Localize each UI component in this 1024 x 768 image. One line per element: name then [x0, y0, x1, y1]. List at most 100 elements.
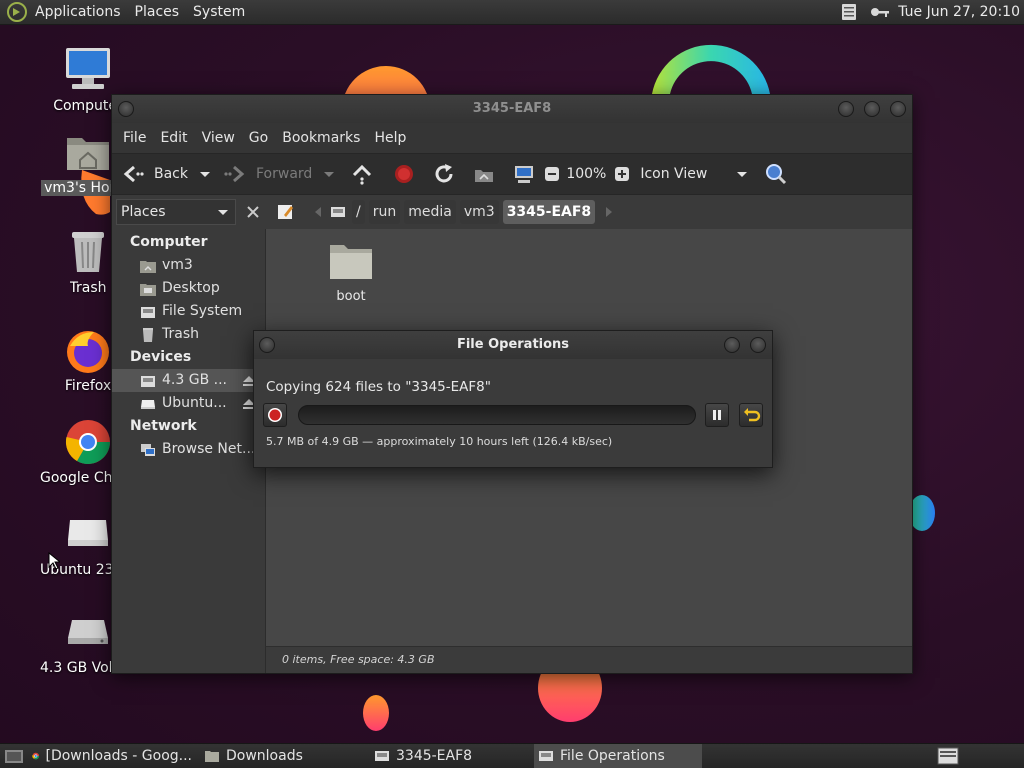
back-button[interactable]: Back: [120, 153, 188, 195]
zoom-level[interactable]: 100%: [566, 166, 606, 182]
sidebar-head-computer: Computer: [130, 234, 208, 250]
optical-drive-icon: [141, 399, 155, 409]
reload-icon[interactable]: [432, 162, 456, 186]
copy-status-label: Copying 624 files to "3345-EAF8": [266, 379, 491, 395]
pause-copy-button[interactable]: [705, 403, 729, 427]
system-menu[interactable]: System: [186, 0, 252, 25]
sidebar-head-network: Network: [130, 418, 197, 434]
queue-copy-button[interactable]: [739, 403, 763, 427]
top-panel: Applications Places System Tue Jun 27, 2…: [0, 0, 1024, 25]
toolbar: Back Forward 100% Icon View: [112, 153, 912, 195]
stop-icon: [268, 408, 282, 422]
folder-icon: [330, 245, 372, 279]
workspace-switcher-icon[interactable]: [936, 745, 962, 767]
dialog-titlebar[interactable]: File Operations: [254, 331, 772, 359]
forward-button[interactable]: Forward: [224, 153, 312, 195]
menu-bookmarks[interactable]: Bookmarks: [275, 130, 367, 146]
desktop-folder-icon: [140, 283, 156, 296]
location-bar: Places / run media vm3 3345-EAF8: [112, 195, 912, 229]
menu-edit[interactable]: Edit: [153, 130, 194, 146]
breadcrumb-run[interactable]: run: [368, 200, 401, 224]
menubar: File Edit View Go Bookmarks Help: [112, 123, 912, 153]
computer-icon[interactable]: [512, 162, 536, 186]
task-downloads-folder[interactable]: Downloads: [200, 744, 370, 768]
file-operations-icon: [539, 751, 553, 761]
ubuntu-mate-logo-icon[interactable]: [6, 1, 28, 23]
places-menu[interactable]: Places: [128, 0, 187, 25]
dialog-close-button[interactable]: [750, 337, 766, 353]
show-desktop-icon[interactable]: [2, 745, 28, 767]
breadcrumb-root[interactable]: /: [352, 200, 365, 224]
trash-icon: [143, 327, 153, 342]
home-folder-icon: [140, 260, 156, 273]
copy-progress-bar: [298, 405, 696, 425]
sidebar-item-vm3[interactable]: vm3: [112, 254, 264, 277]
window-menu-button[interactable]: [118, 101, 134, 117]
forward-history-chevron-icon[interactable]: [318, 162, 340, 186]
drive-icon: [331, 207, 345, 217]
close-sidebar-icon[interactable]: [242, 201, 264, 223]
notes-icon[interactable]: [840, 3, 858, 21]
cancel-copy-button[interactable]: [263, 403, 287, 427]
maximize-button[interactable]: [864, 101, 880, 117]
search-icon[interactable]: [764, 162, 788, 186]
view-mode-select[interactable]: Icon View: [640, 166, 732, 182]
sidebar-type-label: Places: [121, 204, 166, 220]
applications-menu[interactable]: Applications: [28, 0, 128, 25]
sidebar-item-volume[interactable]: 4.3 GB ...: [112, 369, 264, 392]
drive-icon: [141, 375, 155, 387]
breadcrumb-media[interactable]: media: [404, 200, 456, 224]
menu-view[interactable]: View: [195, 130, 242, 146]
sidebar-item-trash[interactable]: Trash: [112, 323, 264, 346]
drive-icon: [68, 520, 108, 546]
computer-icon: [66, 48, 110, 89]
back-label: Back: [154, 166, 188, 182]
network-icon: [141, 443, 155, 456]
menu-go[interactable]: Go: [242, 130, 275, 146]
trash-icon: [72, 232, 104, 272]
task-chrome-downloads[interactable]: [Downloads - Goog...: [28, 744, 200, 768]
dialog-menu-button[interactable]: [259, 337, 275, 353]
sidebar-item-browse-network[interactable]: Browse Net...: [112, 438, 264, 461]
home-icon[interactable]: [472, 162, 496, 186]
menu-file[interactable]: File: [116, 130, 153, 146]
path-scroll-left-icon[interactable]: [310, 204, 326, 220]
sidebar-item-desktop[interactable]: Desktop: [112, 277, 264, 300]
back-arrow-icon: [123, 165, 144, 183]
clock[interactable]: Tue Jun 27, 20:10: [890, 4, 1024, 20]
key-icon[interactable]: [870, 5, 890, 19]
sidebar-item-ubuntu[interactable]: Ubuntu...: [112, 392, 264, 415]
edit-location-icon[interactable]: [276, 202, 296, 222]
zoom-in-icon[interactable]: [614, 166, 630, 182]
chevron-down-icon: [218, 210, 228, 215]
task-file-operations[interactable]: File Operations: [534, 743, 702, 768]
task-3345-eaf8[interactable]: 3345-EAF8: [370, 744, 534, 768]
mouse-cursor-icon: [48, 552, 60, 570]
breadcrumb-vm3[interactable]: vm3: [459, 200, 499, 224]
view-mode-chevron-icon[interactable]: [732, 162, 752, 186]
taskbar: [Downloads - Goog... Downloads 3345-EAF8…: [0, 743, 1024, 768]
firefox-icon: [67, 331, 109, 373]
stop-icon[interactable]: [392, 162, 416, 186]
chrome-icon: [65, 420, 110, 464]
dialog-title: File Operations: [456, 337, 570, 352]
sidebar-item-file-system[interactable]: File System: [112, 300, 264, 323]
menu-help[interactable]: Help: [367, 130, 413, 146]
drive-icon: [141, 306, 155, 318]
file-item-boot[interactable]: boot: [316, 239, 386, 304]
forward-label: Forward: [256, 166, 313, 182]
breadcrumb-current[interactable]: 3345-EAF8: [502, 200, 596, 224]
sidebar-head-devices: Devices: [130, 349, 192, 365]
sidebar-type-select[interactable]: Places: [116, 199, 236, 225]
drive-icon: [375, 751, 389, 761]
dialog-minimize-button[interactable]: [724, 337, 740, 353]
close-button[interactable]: [890, 101, 906, 117]
up-arrow-icon[interactable]: [350, 162, 374, 186]
back-history-chevron-icon[interactable]: [194, 162, 216, 186]
path-scroll-right-icon[interactable]: [601, 204, 617, 220]
undo-arrow-icon: [744, 408, 761, 422]
zoom-out-icon[interactable]: [544, 166, 560, 182]
window-titlebar[interactable]: 3345-EAF8: [112, 95, 912, 123]
pause-icon: [713, 410, 721, 420]
minimize-button[interactable]: [838, 101, 854, 117]
